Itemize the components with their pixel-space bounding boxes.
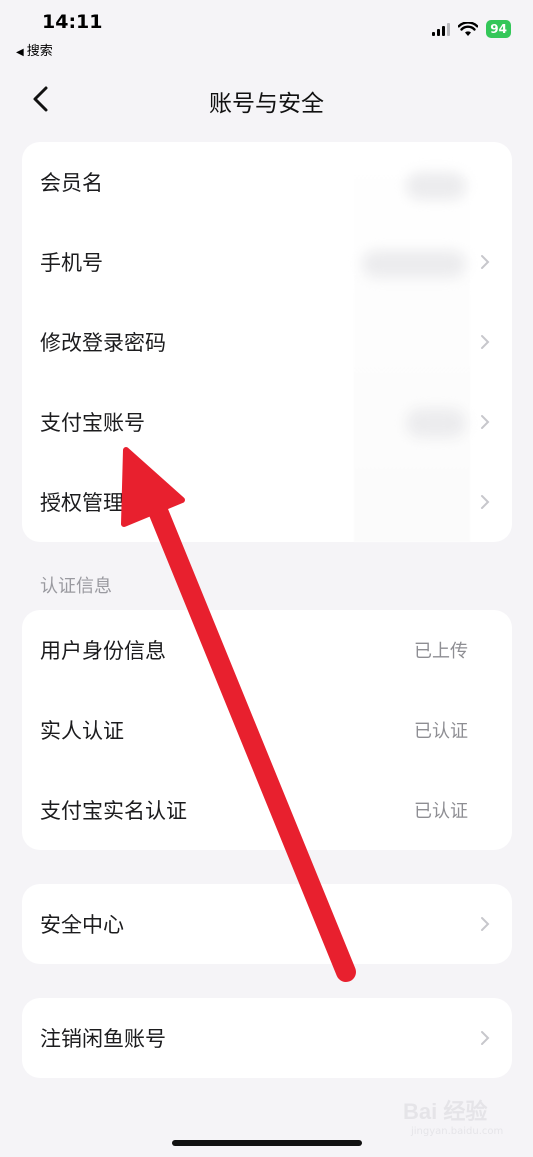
status-time: 14:11 <box>42 11 103 33</box>
row-status: 已上传 <box>414 641 468 662</box>
row-label: 授权管理 <box>40 491 124 515</box>
chevron-right-icon <box>481 495 490 509</box>
deactivate-card: 注销闲鱼账号 <box>22 998 512 1078</box>
row-label: 注销闲鱼账号 <box>40 1027 166 1051</box>
row-label: 修改登录密码 <box>40 331 166 355</box>
row-label: 支付宝实名认证 <box>40 799 187 823</box>
list-item-member-name[interactable]: 会员名 <box>22 142 512 222</box>
watermark-main: Bai 经验 <box>403 1099 488 1124</box>
list-item-alipay-account[interactable]: 支付宝账号 <box>22 382 512 462</box>
back-app-label: 搜索 <box>26 44 53 59</box>
list-item-identity-info[interactable]: 用户身份信息 已上传 <box>22 610 512 690</box>
cellular-signal-icon <box>432 22 451 36</box>
row-label: 用户身份信息 <box>40 639 166 663</box>
row-label: 手机号 <box>40 251 103 275</box>
list-item-authorization[interactable]: 授权管理 <box>22 462 512 542</box>
wifi-icon <box>458 21 479 36</box>
row-label: 会员名 <box>40 171 103 195</box>
security-center-card: 安全中心 <box>22 884 512 964</box>
account-card: 会员名 手机号 修改登录密码 支付宝账号 授权管理 <box>22 142 512 542</box>
battery-indicator: 94 <box>486 20 511 38</box>
chevron-right-icon <box>481 415 490 429</box>
back-triangle-icon: ◀ <box>16 47 24 58</box>
row-status: 已认证 <box>414 801 468 822</box>
list-item-change-password[interactable]: 修改登录密码 <box>22 302 512 382</box>
row-status: 已认证 <box>414 721 468 742</box>
row-label: 实人认证 <box>40 719 124 743</box>
list-item-deactivate-account[interactable]: 注销闲鱼账号 <box>22 998 512 1078</box>
chevron-right-icon <box>481 917 490 931</box>
status-indicators: 94 <box>432 20 511 38</box>
page-title: 账号与安全 <box>209 91 324 117</box>
watermark-logo: Bai 经验 jingyan.baidu.com <box>403 1094 503 1144</box>
home-indicator[interactable] <box>172 1140 362 1146</box>
chevron-right-icon <box>481 255 490 269</box>
watermark-sub: jingyan.baidu.com <box>411 1126 504 1137</box>
row-label: 安全中心 <box>40 913 124 937</box>
list-item-real-person-verification[interactable]: 实人认证 已认证 <box>22 690 512 770</box>
chevron-right-icon <box>481 1031 490 1045</box>
list-item-phone[interactable]: 手机号 <box>22 222 512 302</box>
list-item-alipay-realname[interactable]: 支付宝实名认证 已认证 <box>22 770 512 850</box>
back-to-app-link[interactable]: ◀ 搜索 <box>16 40 53 59</box>
row-label: 支付宝账号 <box>40 411 145 435</box>
verification-card: 用户身份信息 已上传 实人认证 已认证 支付宝实名认证 已认证 <box>22 610 512 850</box>
chevron-right-icon <box>481 335 490 349</box>
section-header-verification: 认证信息 <box>40 576 112 597</box>
list-item-security-center[interactable]: 安全中心 <box>22 884 512 964</box>
